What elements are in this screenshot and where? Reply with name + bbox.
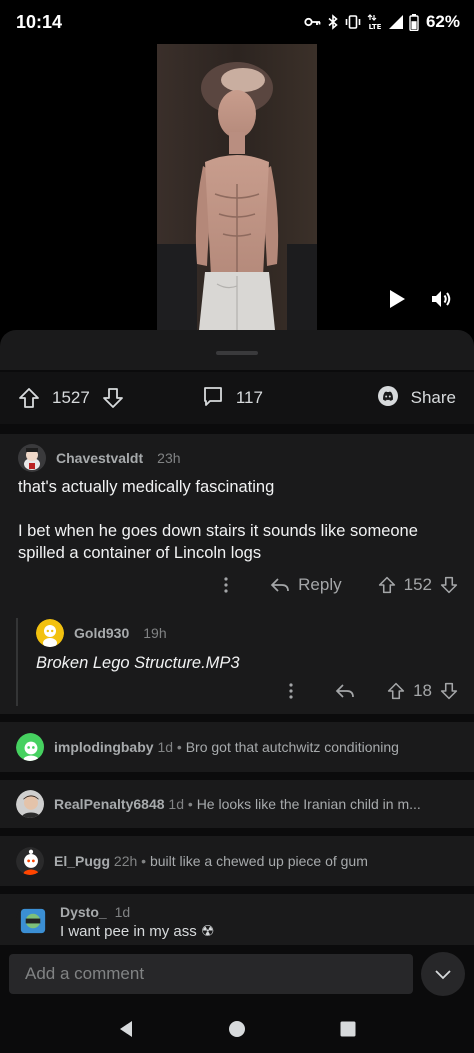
battery-icon — [409, 13, 419, 31]
comment-age: 1d — [114, 904, 131, 920]
comment-bubble-icon — [202, 385, 224, 412]
comments-button[interactable]: 117 — [202, 385, 263, 412]
thread-line[interactable] — [16, 618, 18, 706]
system-nav-bar — [0, 1005, 474, 1053]
more-options-icon[interactable] — [224, 576, 228, 594]
avatar[interactable] — [16, 790, 44, 818]
collapsed-comment[interactable]: RealPenalty6848 1d • He looks like the I… — [0, 780, 474, 828]
recents-icon[interactable] — [328, 1009, 368, 1049]
volume-icon[interactable] — [430, 288, 454, 310]
comment-body: Broken Lego Structure.MP3 — [36, 654, 240, 672]
collapsed-comment[interactable]: El_Pugg 22h • built like a chewed up pie… — [0, 836, 474, 886]
comment-username[interactable]: Chavestvaldt — [56, 450, 143, 466]
add-comment-input[interactable] — [9, 954, 413, 994]
status-time: 10:14 — [16, 11, 63, 32]
key-icon — [304, 15, 322, 29]
bluetooth-icon — [327, 14, 339, 30]
comment-text-line: that's actually medically fascinating — [18, 478, 275, 496]
home-icon[interactable] — [217, 1009, 257, 1049]
svg-text:LTE: LTE — [369, 23, 382, 30]
post-image[interactable] — [157, 44, 317, 330]
more-options-icon[interactable] — [289, 682, 293, 700]
reply-arrow-icon — [270, 578, 290, 592]
collapsed-comment[interactable]: implodingbaby 1d • Bro got that autchwit… — [0, 722, 474, 772]
comment-header: Gold930 19h — [36, 619, 167, 647]
chevron-down-icon — [435, 970, 451, 980]
status-icons: LTE 62% — [304, 12, 460, 32]
reply-label: Reply — [298, 575, 342, 594]
comment-username: implodingbaby — [54, 739, 154, 755]
comment-body: He looks like the Iranian child in m... — [196, 796, 421, 812]
comment-header: Chavestvaldt 23h — [18, 444, 181, 472]
reply-arrow-icon[interactable] — [335, 683, 355, 699]
comment-body: Bro got that autchwitz conditioning — [185, 739, 399, 755]
avatar[interactable] — [16, 904, 50, 938]
comment-composer — [0, 945, 474, 1005]
comment-preview: El_Pugg 22h • built like a chewed up pie… — [54, 853, 368, 869]
play-button[interactable] — [386, 288, 408, 310]
comment-age: 19h — [143, 625, 167, 641]
nested-reply: Gold930 19h Broken Lego Structure.MP3 18 — [0, 610, 474, 714]
comment-body: that's actually medically fascinating I … — [18, 476, 458, 564]
upvote-count: 1527 — [52, 388, 90, 407]
post-media[interactable] — [0, 44, 474, 330]
downvote-icon[interactable] — [440, 682, 458, 700]
share-label: Share — [410, 388, 456, 407]
downvote-icon[interactable] — [102, 387, 124, 409]
collapse-button[interactable] — [421, 952, 465, 996]
vote-group: 1527 — [18, 387, 124, 409]
comment-actions: 18 — [289, 677, 458, 705]
signal-icon — [388, 14, 404, 30]
comment-preview: implodingbaby 1d • Bro got that autchwit… — [54, 739, 399, 755]
avatar[interactable] — [18, 444, 46, 472]
downvote-icon[interactable] — [440, 576, 458, 594]
upvote-icon[interactable] — [387, 682, 405, 700]
sheet-header — [0, 330, 474, 370]
back-icon[interactable] — [106, 1009, 146, 1049]
vibrate-icon — [344, 14, 362, 30]
comment-username: El_Pugg — [54, 853, 111, 869]
battery-percent: 62% — [425, 12, 460, 31]
comment-actions: Reply 152 — [224, 570, 458, 600]
comment-thread: Chavestvaldt 23h that's actually medical… — [0, 434, 474, 714]
comment-text-line: I bet when he goes down stairs it sounds… — [18, 522, 418, 562]
post-actions-bar: 1527 117 Share — [0, 372, 474, 424]
upvote-icon[interactable] — [378, 576, 396, 594]
reply-button[interactable]: Reply — [270, 575, 342, 595]
comment-score: 18 — [413, 681, 432, 700]
status-bar: 10:14 LTE 62% — [0, 0, 474, 44]
comment-content: Dysto_ 1d I want pee in my ass ☢ — [60, 904, 214, 940]
upvote-icon[interactable] — [18, 387, 40, 409]
network-type: LTE — [367, 14, 383, 30]
avatar[interactable] — [16, 733, 44, 761]
comment-username: RealPenalty6848 — [54, 796, 165, 812]
comment-age: 23h — [157, 450, 181, 466]
comment-score: 152 — [403, 575, 432, 594]
comment-username[interactable]: Dysto_ — [60, 904, 107, 920]
drag-handle[interactable] — [216, 351, 258, 355]
comment-preview: RealPenalty6848 1d • He looks like the I… — [54, 796, 421, 812]
comment-count: 117 — [235, 388, 263, 407]
share-button[interactable]: Share — [377, 385, 456, 412]
comment-age: 22h — [113, 853, 138, 869]
comment-age: 1d — [157, 739, 174, 755]
avatar[interactable] — [16, 847, 44, 875]
comment-age: 1d — [168, 796, 184, 812]
comment-body: I want pee in my ass ☢ — [60, 923, 215, 940]
discord-icon — [377, 385, 399, 412]
avatar[interactable] — [36, 619, 64, 647]
comment-body: built like a chewed up piece of gum — [149, 853, 368, 869]
comment-username[interactable]: Gold930 — [74, 625, 129, 641]
